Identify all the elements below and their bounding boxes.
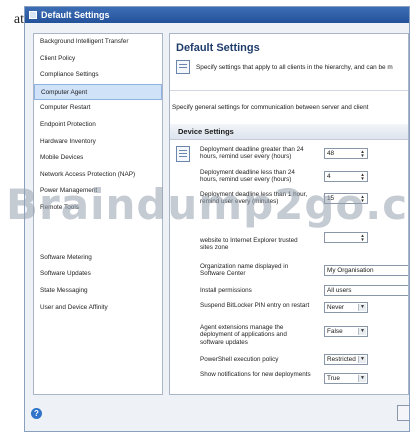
- select-value: Restricted: [327, 356, 356, 363]
- sidebar-item-label: Computer Restart: [40, 104, 91, 112]
- sidebar-item-label: Software Metering: [40, 253, 92, 261]
- spin-value: 48: [327, 150, 335, 157]
- title-bar: Default Settings: [25, 7, 409, 23]
- divider: [170, 90, 408, 91]
- spin-arrows-icon[interactable]: ▲ ▼: [359, 172, 366, 180]
- sidebar-item-label: Endpoint Protection: [40, 120, 96, 128]
- select-value: Never: [327, 304, 345, 311]
- notifications-select[interactable]: True ▼: [324, 373, 368, 384]
- sidebar-item-label: Mobile Devices: [40, 154, 84, 162]
- device-settings-header: Device Settings: [170, 124, 408, 140]
- chevron-down-icon[interactable]: ▼: [358, 356, 366, 363]
- bitlocker-pin-select[interactable]: Never ▼: [324, 302, 368, 313]
- setting-label: Show notifications for new deployments: [200, 371, 311, 378]
- sidebar-item-software-metering[interactable]: Software Metering: [34, 250, 162, 267]
- help-icon[interactable]: ?: [31, 408, 42, 419]
- sidebar-item-label: Software Updates: [40, 270, 91, 278]
- device-settings-icon: [176, 146, 190, 162]
- window-title: Default Settings: [41, 10, 110, 20]
- sidebar-item-software-updates[interactable]: Software Updates: [34, 266, 162, 283]
- background-text: at: [13, 12, 24, 27]
- watermark: Braindump2go.c: [6, 180, 409, 229]
- sidebar-item-mobile-devices[interactable]: Mobile Devices: [34, 150, 162, 167]
- install-permissions-field[interactable]: All users: [324, 285, 408, 296]
- obscured-setting-input[interactable]: ▲ ▼: [324, 232, 368, 243]
- sidebar-item-label: Background Intelligent Transfer: [40, 38, 129, 45]
- general-description: Specify general settings for communicati…: [172, 104, 369, 111]
- reminder-hours-long-input[interactable]: 48 ▲ ▼: [324, 148, 368, 159]
- setting-label: Deployment deadline greater than 24 hour…: [200, 146, 304, 161]
- sidebar-item-user-device-affinity[interactable]: User and Device Affinity: [34, 300, 162, 317]
- sidebar-item-label: Network Access Protection (NAP): [40, 170, 136, 178]
- setting-label: Agent extensions manage the deployment o…: [200, 324, 287, 346]
- sidebar-item-label: Compliance Settings: [40, 71, 99, 79]
- select-value: True: [327, 375, 340, 382]
- sidebar-item-endpoint-protection[interactable]: Endpoint Protection: [34, 117, 162, 134]
- spin-value: 4: [327, 173, 331, 180]
- spin-arrows-icon[interactable]: ▲ ▼: [359, 233, 366, 241]
- settings-document-icon: [176, 60, 190, 74]
- setting-label: website to Internet Explorer trusted sit…: [200, 237, 298, 252]
- organization-name-field[interactable]: My Organisation: [324, 265, 408, 276]
- sidebar-item-obscured-2[interactable]: [34, 233, 162, 250]
- setting-label: Organization name displayed in Software …: [200, 263, 289, 278]
- setting-label: PowerShell execution policy: [200, 356, 279, 363]
- sidebar-item-client-policy[interactable]: Client Policy: [34, 51, 162, 68]
- powershell-policy-select[interactable]: Restricted ▼: [324, 354, 368, 365]
- page-title: Default Settings: [176, 42, 260, 54]
- sidebar-item-label: User and Device Affinity: [40, 303, 108, 311]
- sidebar-item-computer-agent[interactable]: Computer Agent: [34, 83, 162, 101]
- sidebar-item-state-messaging[interactable]: State Messaging: [34, 283, 162, 300]
- sidebar-item-bits[interactable]: Background Intelligent Transfer: [34, 34, 162, 51]
- header-description: Specify settings that apply to all clien…: [196, 64, 393, 71]
- sidebar-item-label: Hardware Inventory: [40, 137, 96, 145]
- chevron-down-icon[interactable]: ▼: [358, 328, 366, 335]
- sidebar-item-compliance-settings[interactable]: Compliance Settings: [34, 67, 162, 84]
- dialog-button[interactable]: [397, 405, 409, 421]
- sidebar-item-label: Client Policy: [40, 54, 76, 62]
- chevron-down-icon[interactable]: ▼: [358, 375, 366, 382]
- setting-label: Suspend BitLocker PIN entry on restart: [200, 302, 310, 309]
- spin-arrows-icon[interactable]: ▲ ▼: [359, 149, 366, 157]
- section-title: Device Settings: [178, 127, 234, 136]
- sidebar-item-label: Computer Agent: [41, 88, 88, 96]
- settings-window-icon: [29, 11, 37, 19]
- sidebar-item-label: State Messaging: [40, 286, 88, 294]
- sidebar-item-computer-restart[interactable]: Computer Restart: [34, 100, 162, 117]
- select-value: False: [327, 328, 343, 335]
- sidebar-item-hardware-inventory[interactable]: Hardware Inventory: [34, 134, 162, 151]
- chevron-down-icon[interactable]: ▼: [358, 304, 366, 311]
- agent-extensions-select[interactable]: False ▼: [324, 326, 368, 337]
- setting-label: Install permissions: [200, 287, 252, 294]
